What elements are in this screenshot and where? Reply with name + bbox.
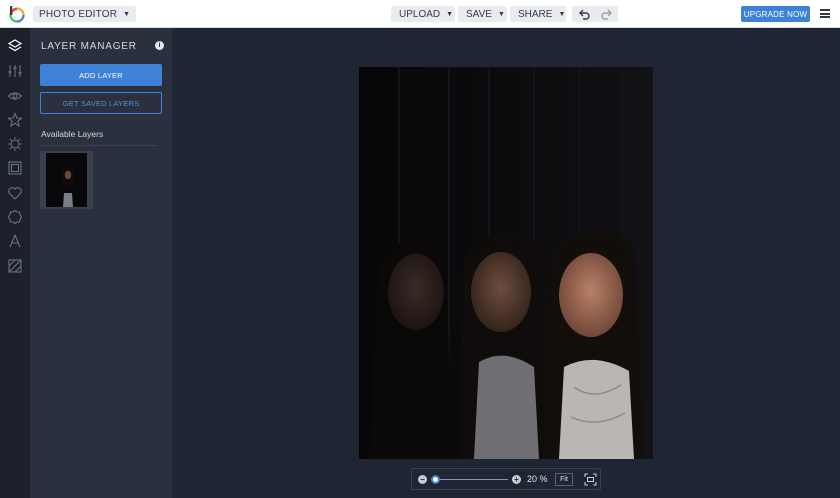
mode-dropdown[interactable]: PHOTO EDITOR ▼ [33,6,137,22]
photo-canvas[interactable] [359,67,653,459]
info-icon[interactable]: i [155,41,164,50]
history-controls [572,6,618,22]
fullscreen-icon[interactable] [584,473,597,486]
layers-icon[interactable] [7,38,23,54]
divider [40,145,157,146]
chevron-down-icon: ▼ [446,10,454,18]
zoom-in-icon[interactable]: + [512,475,521,484]
star-icon[interactable] [7,112,23,128]
save-button[interactable]: SAVE ▼ [458,6,507,22]
upload-label: UPLOAD [399,8,441,20]
upgrade-button[interactable]: UPGRADE NOW [741,6,810,22]
get-saved-layers-button[interactable]: GET SAVED LAYERS [40,92,162,114]
available-layers-heading: Available Layers [41,129,104,139]
canvas-area: − + 20 % Fit [172,28,840,498]
tool-rail [0,28,30,498]
zoom-value: 20 % [527,474,548,484]
share-label: SHARE [518,8,553,20]
panel-title: LAYER MANAGER [41,41,137,52]
fit-button[interactable]: Fit [555,473,573,486]
hamburger-menu-icon[interactable] [820,9,830,18]
zoom-out-icon[interactable]: − [418,475,427,484]
zoom-slider-handle[interactable] [431,475,440,484]
app-logo-icon[interactable] [7,5,25,23]
save-label: SAVE [466,8,492,20]
zoom-bar: − + 20 % Fit [411,468,601,490]
redo-icon[interactable] [600,9,613,20]
layer-thumbnail-image [46,153,87,207]
top-bar: PHOTO EDITOR ▼ UPLOAD ▼ SAVE ▼ SHARE ▼ U… [0,0,840,28]
add-layer-button[interactable]: ADD LAYER [40,64,162,86]
chevron-down-icon: ▼ [123,10,131,18]
chevron-down-icon: ▼ [558,10,566,18]
gear-icon[interactable] [7,136,23,152]
share-button[interactable]: SHARE ▼ [510,6,566,22]
upload-button[interactable]: UPLOAD ▼ [391,6,455,22]
mode-label: PHOTO EDITOR [39,8,118,20]
layer-thumbnail[interactable] [40,151,93,209]
zoom-slider-track[interactable] [434,479,508,480]
layer-manager-panel: LAYER MANAGER i ADD LAYER GET SAVED LAYE… [30,28,172,498]
chevron-down-icon: ▼ [497,10,505,18]
frame-icon[interactable] [7,160,23,176]
badge-icon[interactable] [7,209,23,225]
eye-icon[interactable] [7,88,23,104]
heart-icon[interactable] [7,185,23,201]
texture-icon[interactable] [7,258,23,274]
undo-icon[interactable] [578,9,590,20]
text-icon[interactable] [7,233,23,249]
sliders-icon[interactable] [7,63,23,79]
